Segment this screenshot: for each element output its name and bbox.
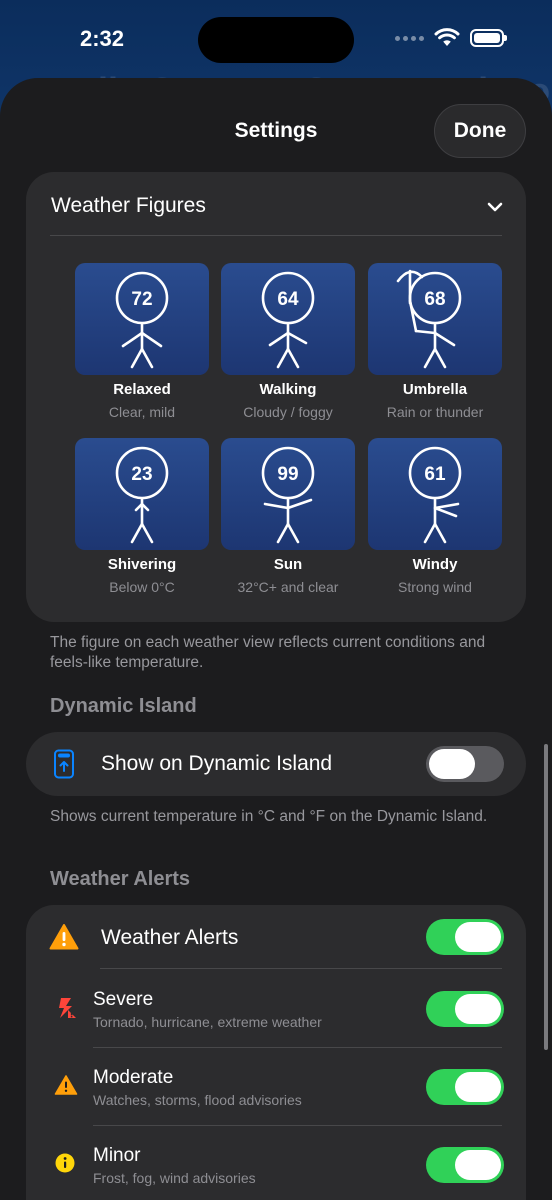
wifi-icon bbox=[434, 28, 460, 46]
figure-temp: 23 bbox=[131, 464, 152, 485]
divider bbox=[50, 235, 502, 236]
alert-subtitle: Frost, fog, wind advisories bbox=[93, 1170, 256, 1186]
figure-description: 32°C+ and clear bbox=[237, 579, 339, 595]
figure-name: Windy bbox=[412, 556, 458, 573]
figure-name: Umbrella bbox=[402, 381, 468, 398]
figure-temp: 99 bbox=[277, 464, 298, 485]
figure-description: Strong wind bbox=[398, 579, 472, 595]
weather-alerts-toggle[interactable] bbox=[426, 919, 504, 955]
dynamic-island-section-title: Dynamic Island bbox=[50, 695, 197, 717]
warning-triangle-icon bbox=[54, 1074, 78, 1101]
weather-figures-header[interactable]: Weather Figures bbox=[51, 194, 206, 218]
dynamic-island-row[interactable]: Show on Dynamic Island bbox=[26, 732, 526, 796]
figure-tile-windy: 61 bbox=[368, 438, 502, 550]
weather-figures-card: Weather Figures 72 Relaxed Clear, mild 64 Wa… bbox=[26, 172, 526, 622]
stick-figure-shivering-icon: 23 bbox=[115, 446, 169, 544]
figure-name: Shivering bbox=[107, 556, 177, 573]
alert-minor-toggle[interactable] bbox=[426, 1147, 504, 1183]
alert-title: Severe bbox=[93, 989, 154, 1010]
done-button[interactable]: Done bbox=[434, 104, 526, 158]
weather-alerts-section-title: Weather Alerts bbox=[50, 868, 191, 890]
divider bbox=[93, 1047, 502, 1048]
stick-figure-walking-icon: 64 bbox=[261, 271, 315, 369]
divider bbox=[100, 968, 502, 969]
stick-figure-relaxed-icon: 72 bbox=[115, 271, 169, 369]
figure-tile-shivering: 23 bbox=[75, 438, 209, 550]
severe-bolt-icon bbox=[54, 996, 78, 1025]
scrollbar[interactable] bbox=[544, 744, 548, 1050]
figure-tile-relaxed: 72 bbox=[75, 263, 209, 375]
figure-temp: 72 bbox=[131, 289, 152, 310]
figure-tile-umbrella: 68 bbox=[368, 263, 502, 375]
dynamic-island-footnote: Shows current temperature in °C and °F o… bbox=[50, 808, 488, 825]
status-icons bbox=[395, 28, 507, 48]
dynamic-island-label: Show on Dynamic Island bbox=[101, 752, 333, 775]
alert-severe-toggle[interactable] bbox=[426, 991, 504, 1027]
stick-figure-sun-icon: 99 bbox=[261, 446, 315, 544]
dynamic-island bbox=[198, 17, 354, 63]
figure-name: Relaxed bbox=[113, 381, 171, 398]
alert-title: Minor bbox=[93, 1145, 141, 1166]
alert-moderate-toggle[interactable] bbox=[426, 1069, 504, 1105]
figure-name: Walking bbox=[259, 381, 317, 398]
figure-description: Clear, mild bbox=[108, 404, 176, 420]
divider bbox=[93, 1125, 502, 1126]
battery-icon bbox=[470, 29, 507, 47]
alert-subtitle: Tornado, hurricane, extreme weather bbox=[93, 1014, 322, 1030]
weather-alerts-card: Weather Alerts Severe Tornado, hurricane,… bbox=[26, 905, 526, 1200]
figure-description: Cloudy / foggy bbox=[243, 404, 333, 420]
figure-temp: 61 bbox=[424, 464, 446, 485]
figure-name: Sun bbox=[273, 556, 303, 573]
figure-description: Below 0°C bbox=[109, 579, 175, 595]
figure-tile-walking: 64 bbox=[221, 263, 355, 375]
warning-triangle-icon bbox=[49, 924, 79, 950]
figures-footnote: The figure on each weather view reflects… bbox=[50, 634, 486, 671]
cellular-signal-icon bbox=[395, 35, 424, 41]
stick-figure-umbrella-icon: 68 bbox=[396, 269, 462, 369]
dynamic-island-toggle[interactable] bbox=[426, 746, 504, 782]
figure-description: Rain or thunder bbox=[386, 404, 484, 420]
settings-sheet: Settings Done Weather Figures 72 Relaxed C… bbox=[0, 78, 552, 1200]
alert-subtitle: Watches, storms, flood advisories bbox=[93, 1092, 302, 1108]
figure-tile-sun: 99 bbox=[221, 438, 355, 550]
phone-island-icon bbox=[54, 749, 74, 779]
status-time: 2:32 bbox=[80, 26, 125, 51]
info-circle-icon bbox=[54, 1152, 76, 1179]
figure-temp: 64 bbox=[277, 289, 299, 310]
chevron-down-icon[interactable] bbox=[486, 198, 504, 216]
stick-figure-windy-icon: 61 bbox=[408, 446, 462, 544]
figure-temp: 68 bbox=[424, 289, 445, 310]
weather-alerts-label: Weather Alerts bbox=[101, 926, 239, 949]
alert-title: Moderate bbox=[93, 1067, 174, 1088]
